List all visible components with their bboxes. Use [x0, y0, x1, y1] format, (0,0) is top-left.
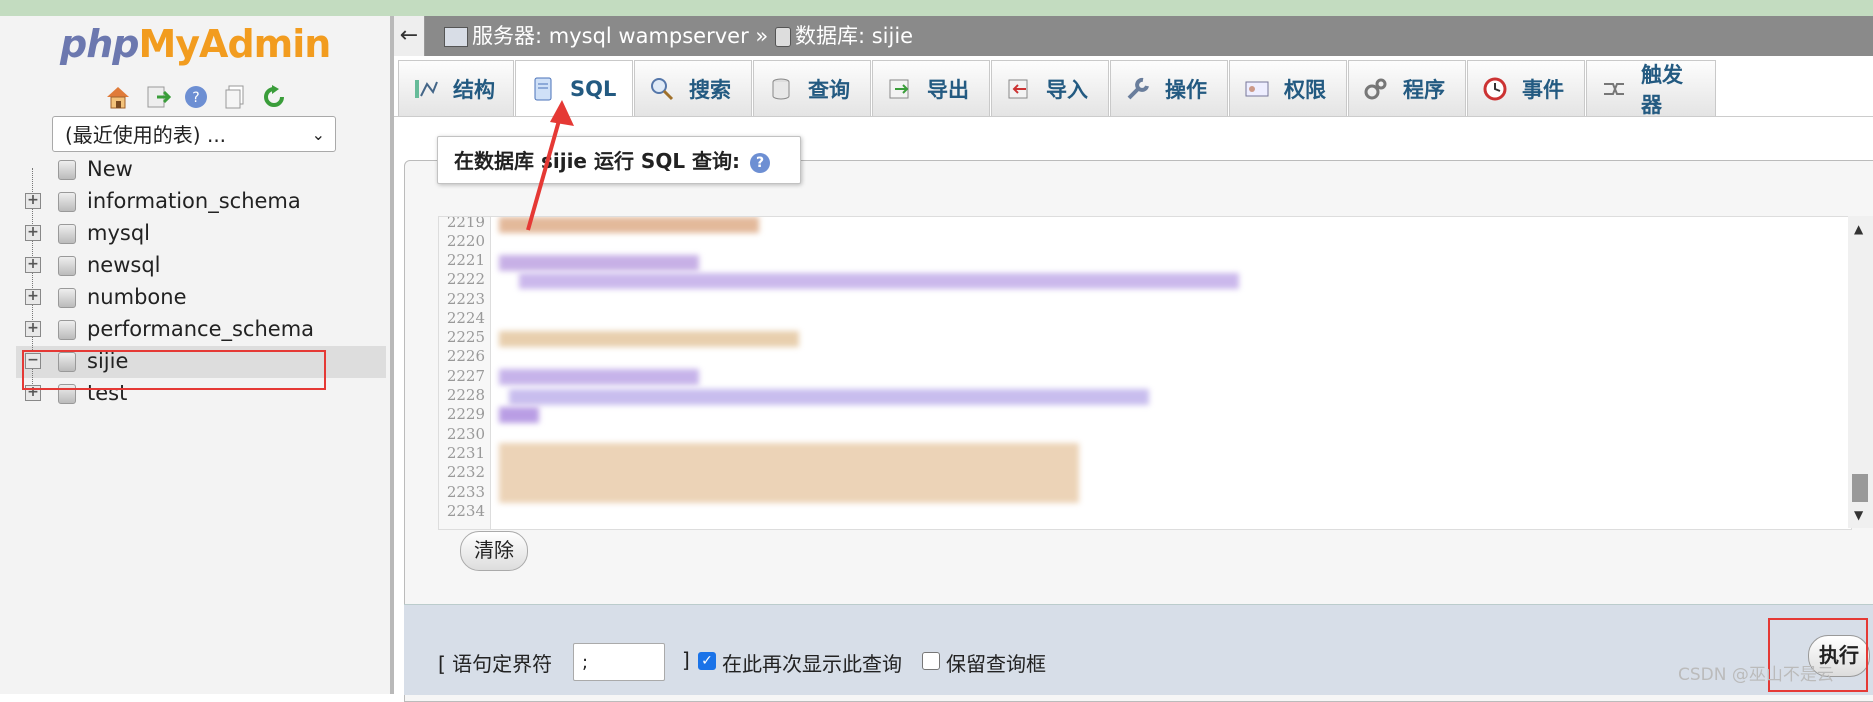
tree-item-newsql[interactable]: + newsql	[20, 250, 380, 280]
logout-icon[interactable]	[143, 84, 172, 110]
tab-import[interactable]: 导入	[991, 60, 1109, 116]
tab-events[interactable]: 事件	[1467, 60, 1585, 116]
wrench-icon	[1125, 76, 1151, 102]
redacted-code	[499, 443, 1079, 503]
breadcrumb-separator: »	[755, 24, 769, 48]
database-icon	[58, 320, 76, 340]
tree-item-information_schema[interactable]: + information_schema	[20, 186, 380, 216]
nav-icons: ?	[104, 84, 288, 110]
tab-export[interactable]: 导出	[872, 60, 990, 116]
watermark: CSDN @巫山不是云	[1678, 665, 1834, 685]
retain-query-box-checkbox[interactable]	[922, 652, 940, 670]
breadcrumb-server[interactable]: 服务器: mysql wampserver	[472, 24, 749, 48]
help-icon[interactable]: ?	[182, 84, 210, 110]
tab-operations[interactable]: 操作	[1110, 60, 1228, 116]
breadcrumb: 服务器: mysql wampserver » 数据库: sijie	[444, 16, 913, 56]
tab-bar: 结构 SQL 搜索 查询 导出 导入 操作 权限 程序 事件 触发器	[398, 60, 1717, 117]
delimiter-close-bracket: ]	[682, 648, 690, 672]
import-icon	[1006, 76, 1032, 102]
expand-icon[interactable]: +	[25, 193, 41, 209]
help-icon[interactable]: ?	[750, 152, 771, 173]
show-query-again-label: 在此再次显示此查询	[722, 652, 902, 676]
new-db-icon	[58, 160, 76, 180]
redacted-code	[519, 273, 1239, 289]
top-bar	[0, 0, 1873, 16]
tab-divider	[394, 116, 1873, 117]
redacted-code	[499, 407, 539, 423]
recent-tables-select[interactable]: (最近使用的表) ... ⌄	[52, 116, 336, 152]
privileges-icon	[1244, 76, 1270, 102]
docs-icon[interactable]	[221, 84, 249, 110]
redacted-code	[509, 389, 1149, 405]
svg-text:?: ?	[192, 90, 199, 106]
redacted-code	[499, 369, 699, 385]
home-icon[interactable]	[104, 84, 132, 110]
database-icon	[58, 224, 76, 244]
scroll-up-icon[interactable]: ▲	[1854, 222, 1863, 236]
export-icon	[887, 76, 913, 102]
reload-icon[interactable]	[260, 84, 288, 110]
server-icon	[444, 27, 468, 47]
show-query-again-checkbox[interactable]: ✓	[698, 652, 716, 670]
retain-query-box-label: 保留查询框	[946, 652, 1046, 676]
query-icon	[768, 76, 794, 102]
clear-button[interactable]: 清除	[460, 531, 528, 571]
redacted-code	[499, 331, 799, 347]
breadcrumb-bar: ← 服务器: mysql wampserver » 数据库: sijie	[394, 16, 1873, 56]
tree-item-new[interactable]: New	[20, 154, 380, 184]
expand-icon[interactable]: +	[25, 225, 41, 241]
tree-item-numbone[interactable]: + numbone	[20, 282, 380, 312]
tab-routines[interactable]: 程序	[1348, 60, 1466, 116]
tab-structure[interactable]: 结构	[398, 60, 514, 116]
tab-privileges[interactable]: 权限	[1229, 60, 1347, 116]
back-arrow-icon[interactable]: ←	[394, 16, 425, 56]
routines-icon	[1363, 76, 1389, 102]
database-icon	[774, 27, 791, 47]
line-number-gutter: 2219 2220 2221 2222 2223 2224 2225 2226 …	[439, 217, 491, 529]
redacted-code	[499, 255, 699, 271]
database-icon	[58, 256, 76, 276]
scroll-down-icon[interactable]: ▼	[1854, 508, 1863, 522]
tab-query[interactable]: 查询	[753, 60, 871, 116]
expand-icon[interactable]: +	[25, 257, 41, 273]
sql-editor[interactable]: 2219 2220 2221 2222 2223 2224 2225 2226 …	[438, 216, 1852, 530]
delimiter-label: [ 语句定界符	[438, 652, 553, 676]
tab-search[interactable]: 搜索	[634, 60, 752, 116]
chevron-down-icon: ⌄	[311, 125, 325, 144]
tree-item-mysql[interactable]: + mysql	[20, 218, 380, 248]
annotation-box-sijie	[22, 350, 326, 390]
expand-icon[interactable]: +	[25, 321, 41, 337]
tree-item-performance_schema[interactable]: + performance_schema	[20, 314, 380, 344]
database-icon	[58, 288, 76, 308]
search-icon	[649, 76, 675, 102]
sidebar-resizer[interactable]	[390, 16, 394, 694]
breadcrumb-database[interactable]: 数据库: sijie	[795, 24, 913, 48]
query-legend: 在数据库 sijie 运行 SQL 查询:?	[437, 136, 801, 184]
triggers-icon	[1601, 76, 1627, 102]
database-icon	[58, 192, 76, 212]
structure-icon	[413, 76, 439, 102]
annotation-arrow	[526, 100, 574, 231]
delimiter-input[interactable]: ;	[573, 643, 665, 681]
tab-triggers[interactable]: 触发器	[1586, 60, 1716, 117]
scrollbar-thumb[interactable]	[1852, 474, 1868, 502]
phpmyadmin-logo[interactable]: phpMyAdmin	[60, 22, 331, 66]
events-icon	[1482, 76, 1508, 102]
editor-scrollbar[interactable]: ▲ ▼	[1848, 216, 1873, 528]
expand-icon[interactable]: +	[25, 289, 41, 305]
